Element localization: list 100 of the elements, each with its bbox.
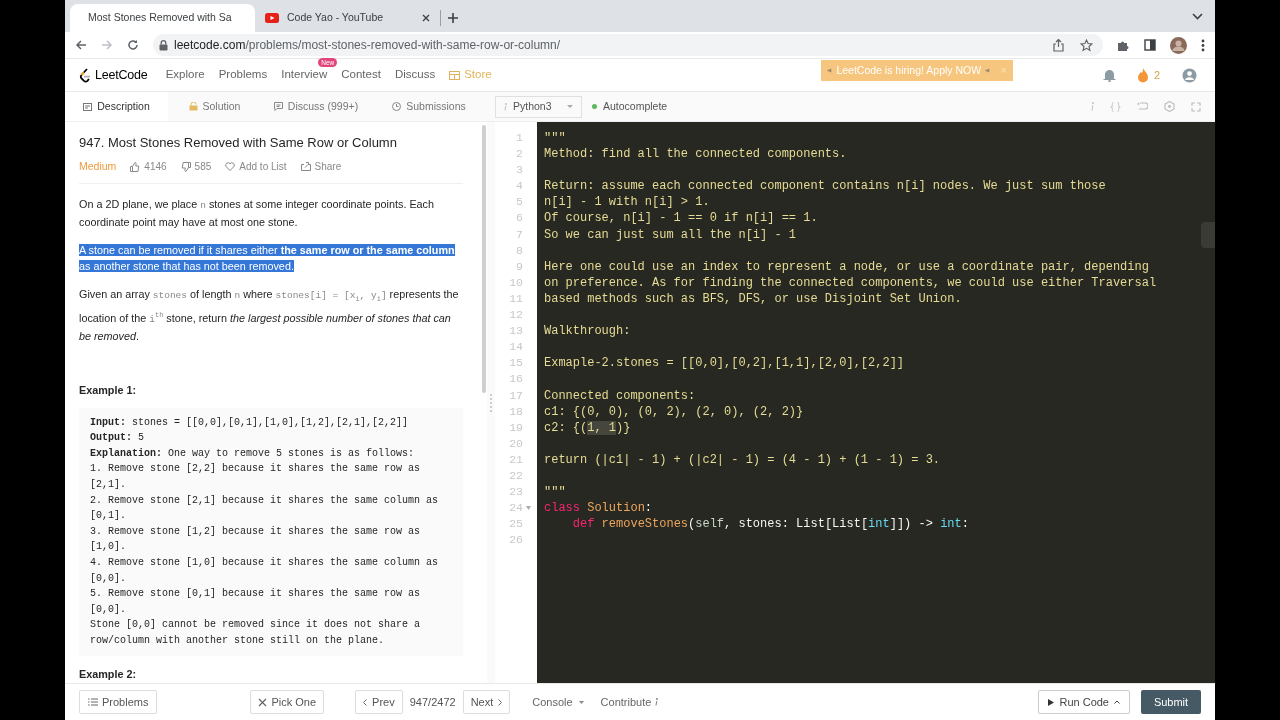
code-line: on preference. As for finding the connected components, we could use either Traversal (544, 274, 1158, 291)
info-icon (504, 102, 507, 111)
example-line: Input: stones = [[0,0],[0,1],[1,0],[1,2],[2,1],[2,2]] (90, 415, 410, 430)
heart-icon (225, 162, 236, 172)
caret-icon (567, 104, 573, 109)
next-button[interactable]: Next (462, 690, 511, 714)
like-button[interactable]: 4146 (130, 159, 167, 175)
lock-icon (188, 102, 198, 111)
clock-icon (392, 102, 402, 111)
pick-one-button[interactable]: Pick One (250, 690, 325, 714)
new-tab-button[interactable] (445, 10, 461, 26)
panel-tab[interactable]: Description (65, 92, 168, 121)
url-text: leetcode.com/problems/most-stones-removed-with-same-row-or-column/ (174, 37, 561, 54)
code-line: Walkthrough: (544, 323, 632, 340)
code-line: Connected components: (544, 387, 697, 404)
shuffle-icon (258, 697, 268, 707)
streak-count: 2 (1153, 67, 1160, 83)
example-line: 2. Remove stone [2,1] because it shares the same column as [0,1]. (90, 493, 440, 524)
info-icon (655, 698, 659, 706)
chevron-up-icon (1114, 700, 1120, 704)
code-line: based methods such as BFS, DFS, or use Disjoint Set Union. (544, 290, 963, 308)
chevron-down-icon[interactable] (1192, 13, 1203, 20)
nav-link[interactable]: Contest (341, 66, 381, 84)
banner-text: LeetCode is hiring! Apply NOW (836, 62, 982, 78)
thumbs-up-icon (130, 161, 141, 172)
example-line: Explanation: One way to remove 5 stones is as follows: (90, 446, 416, 461)
code-line: n[i] - 1 with n[i] > 1. (544, 194, 711, 211)
nav-link[interactable]: Explore (165, 66, 205, 84)
thumbs-down-icon (180, 161, 191, 172)
list-icon (88, 698, 98, 706)
language-select[interactable]: Python3 (495, 95, 582, 118)
caret-icon (578, 700, 584, 704)
description-paragraph: A stone can be removed if it shares either the same row or the same column as another stone that has not been removed. (79, 242, 456, 274)
problem-title: 947. Most Stones Removed with Same Row or Column (79, 134, 398, 152)
scrollbar[interactable] (482, 125, 486, 393)
logo-icon[interactable] (79, 67, 91, 83)
nav-link[interactable]: Discuss (394, 66, 436, 84)
autocomplete-toggle[interactable]: Autocomplete (592, 98, 668, 115)
console-button[interactable]: Console (532, 693, 584, 711)
code-line: Return: assume each connected component contains n[i] nodes. We just sum those (544, 178, 1107, 195)
sidebar-icon[interactable] (1144, 39, 1156, 51)
back-arrow-icon[interactable] (75, 39, 87, 51)
code-line: c1: {(0, 0), (0, 2), (2, 0), (2, 2)} (544, 403, 805, 420)
description-paragraph: Given an array stones of length n where stones[i] = [x$_{i}$, y$_{i}$] represents the location of the i$^{th}$ stone, return the largest possible number of stones that can be removed. (79, 286, 460, 344)
browser-tab[interactable]: Code Yao - YouTube (255, 4, 440, 32)
example-line: Stone [0,0] cannot be removed since it does not share a row/column with another stone still on the plane. (90, 618, 422, 648)
browser-tab[interactable]: Most Stones Removed with Sa (70, 4, 255, 32)
play-icon (265, 13, 279, 23)
description-paragraph: On a 2D plane, we place n stones at some integer coordinate points. Each coordinate point may have at most one stone. (79, 196, 436, 230)
code-line: Of course, n[i] - 1 == 0 if n[i] == 1. (544, 210, 819, 227)
reload-icon[interactable] (127, 39, 139, 51)
example-line: 3. Remove stone [1,2] because it shares the same row as [1,0]. (90, 524, 422, 555)
menu-dots-icon[interactable] (1201, 38, 1205, 52)
example-line: 5. Remove stone [0,1] because it shares the same row as [0,0]. (90, 587, 422, 617)
add-to-list-button[interactable]: Add to List (225, 159, 287, 175)
example-heading: Example 1: (79, 382, 137, 398)
example-line: 4. Remove stone [1,0] because it shares the same column as [0,0]. (90, 556, 440, 586)
nav-link[interactable]: Problems (218, 66, 268, 84)
share-icon (300, 162, 311, 172)
store-icon (449, 70, 461, 80)
chevron-right-icon (498, 698, 503, 706)
share-button[interactable]: Share (300, 159, 342, 175)
submit-button[interactable]: Submit (1141, 690, 1201, 714)
prev-button[interactable]: Prev (355, 690, 403, 714)
plus-icon (447, 12, 459, 24)
code-line: Here one could use an index to represent a node, or use a coordinate pair, depending (544, 258, 1150, 275)
bell-icon[interactable] (1102, 68, 1116, 82)
resize-handle[interactable] (487, 122, 495, 683)
play-icon (1048, 698, 1055, 706)
code-line: """ (544, 484, 567, 501)
address-bar[interactable]: leetcode.com/problems/most-stones-removed-with-same-row-or-column/ (153, 34, 1103, 56)
logo-text[interactable]: LeetCode (95, 65, 148, 85)
example-line: 1. Remove stone [2,2] because it shares the same row as [2,1]. (90, 462, 422, 493)
code-line: Exmaple-2.stones = [[0,0],[0,2],[1,1],[2,0],[2,2]] (544, 355, 906, 372)
megaphone-icon (827, 66, 833, 75)
nav-link[interactable]: Interview (281, 66, 328, 84)
code-line: return (|c1| - 1) + (|c2| - 1) = (4 - 1) + (1 - 1) = 3. (544, 451, 942, 468)
run-code-button[interactable]: Run Code (1038, 690, 1130, 714)
problems-button[interactable]: Problems (79, 690, 158, 714)
share-icon[interactable] (1053, 38, 1064, 52)
panel-tab[interactable]: Submissions (371, 92, 487, 121)
code-line: def removeStones(self, stones: List[List[int]]) -> int: (571, 516, 970, 533)
code-line: c2: {(1, 1)} (544, 419, 632, 436)
close-icon[interactable] (422, 14, 430, 22)
example-heading: Example 2: (79, 666, 137, 682)
contribute-link[interactable]: Contribute (600, 693, 659, 711)
megaphone-icon (985, 66, 991, 75)
difficulty-label: Medium (79, 159, 117, 174)
code-line: """ (544, 130, 567, 147)
star-icon[interactable] (1080, 38, 1093, 52)
code-line: class Solution: (544, 500, 654, 517)
panel-tab[interactable]: Solution (168, 92, 261, 121)
user-icon[interactable] (1182, 67, 1197, 83)
panel-tab[interactable]: Discuss (999+) (261, 92, 371, 121)
example-line: Output: 5 (90, 431, 146, 446)
avatar-icon[interactable] (1170, 36, 1187, 54)
code-line: Method: find all the connected components. (544, 146, 848, 163)
dislike-button[interactable]: 585 (180, 159, 212, 175)
code-editor[interactable] (537, 122, 1215, 683)
lock-icon (159, 39, 168, 51)
